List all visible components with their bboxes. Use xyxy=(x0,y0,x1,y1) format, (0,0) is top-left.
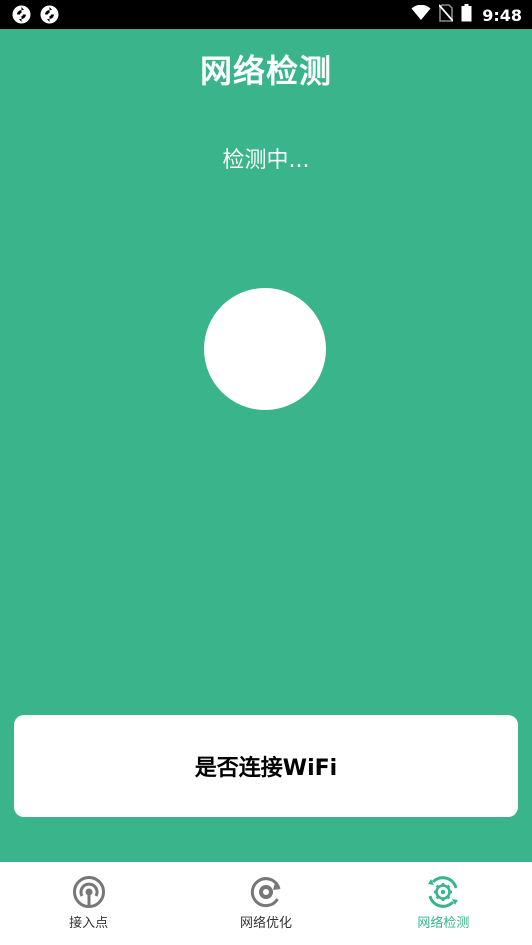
nav-item-access-point[interactable]: 接入点 xyxy=(0,862,177,945)
detection-status-text: 检测中... xyxy=(222,148,310,173)
detection-progress-circle xyxy=(204,288,326,410)
bottom-nav: 接入点 网络优化 网络检测 xyxy=(0,862,532,945)
network-optimize-icon xyxy=(250,877,281,908)
app-notification-icon xyxy=(40,5,59,28)
wifi-signal-icon xyxy=(411,4,431,25)
nav-item-network-detect[interactable]: 网络检测 xyxy=(355,862,532,945)
status-right-icons: 9:48 xyxy=(411,4,522,26)
no-sim-icon xyxy=(438,4,454,26)
status-bar: 9:48 xyxy=(0,0,532,29)
access-point-icon xyxy=(72,876,105,908)
page-title: 网络检测 xyxy=(199,52,332,90)
nav-label-network-detect: 网络检测 xyxy=(417,916,470,931)
status-left-icons xyxy=(12,5,59,28)
battery-icon xyxy=(461,4,472,26)
nav-label-network-optimize: 网络优化 xyxy=(239,916,292,931)
network-detect-icon xyxy=(428,876,459,908)
wifi-connection-label: 是否连接WiFi xyxy=(194,756,338,781)
nav-label-access-point: 接入点 xyxy=(69,916,109,931)
app-notification-icon xyxy=(12,5,31,28)
status-time: 9:48 xyxy=(482,5,522,25)
wifi-connection-card[interactable]: 是否连接WiFi xyxy=(14,715,518,817)
nav-item-network-optimize[interactable]: 网络优化 xyxy=(177,862,354,945)
